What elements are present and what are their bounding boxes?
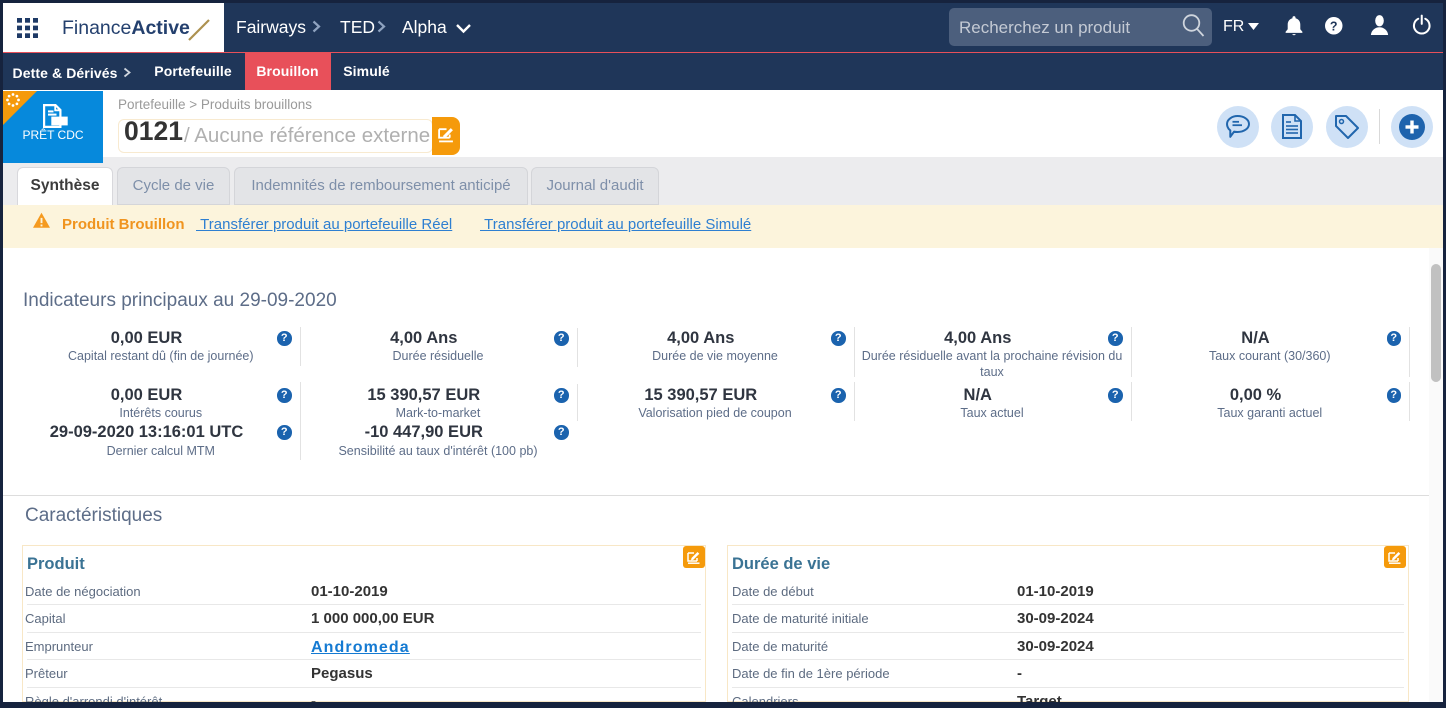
svg-text:?: ? xyxy=(1330,19,1338,33)
